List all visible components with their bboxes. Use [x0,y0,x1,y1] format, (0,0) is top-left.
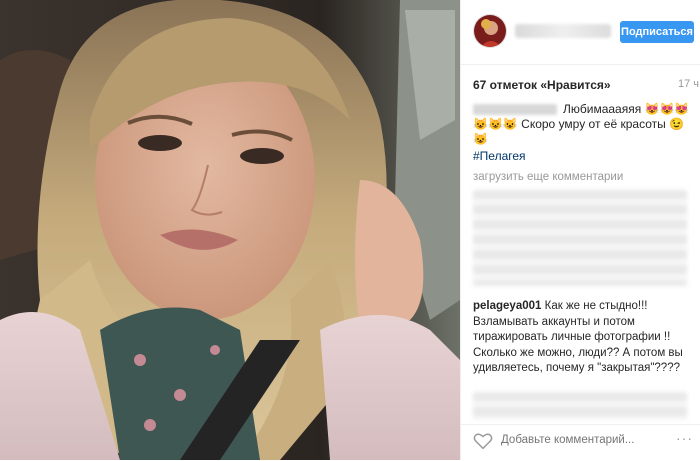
selfie-image [0,0,460,460]
caption-line-2: 😺😺😺 Скоро умру от её красоты 😉 [473,117,685,131]
caption-line-1: Любимаааяяя 😻😻😻 [563,102,690,116]
comment-username[interactable]: pelageya001 [473,300,541,312]
hashtag-link[interactable]: #Пелагея [473,149,526,163]
blurred-comments-bottom [473,392,687,420]
blurred-caption-username[interactable] [473,104,557,116]
post-side-panel: Подписаться 67 отметок «Нравится» 17 ч Л… [460,0,700,460]
ellipsis-icon[interactable]: ··· [676,430,693,446]
post-header: Подписаться [461,0,700,65]
post-caption: Любимаааяяя 😻😻😻 😺😺😺 Скоро умру от её кра… [473,102,697,147]
post-photo[interactable] [0,0,460,460]
blurred-username[interactable] [515,24,611,38]
post-time[interactable]: 17 ч [678,78,699,90]
add-comment-input[interactable] [501,434,641,446]
blurred-comments-top [473,190,687,286]
comment-item: pelageya001 Как же не стыдно!!! Взламыва… [473,299,693,377]
caption-line-3: 😺 [473,132,488,146]
comment-bar: ··· [461,424,700,461]
load-more-comments[interactable]: загрузить еще комментарии [473,171,623,183]
likes-count[interactable]: 67 отметок «Нравится» [473,78,611,92]
follow-button[interactable]: Подписаться [620,21,694,43]
avatar[interactable] [473,14,507,48]
heart-icon[interactable] [473,432,493,455]
